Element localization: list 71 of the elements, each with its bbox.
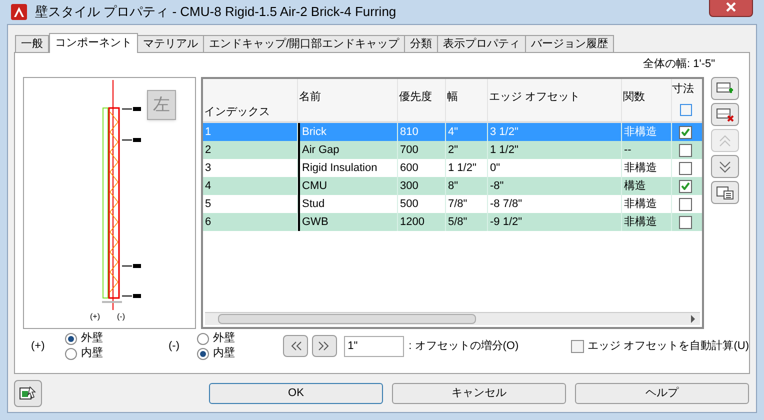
dimension-checkbox[interactable] [678, 126, 692, 138]
table-cell: 6 [203, 213, 298, 231]
delete-row-icon [716, 108, 734, 122]
tab[interactable]: バージョン履歴 [525, 35, 614, 52]
close-button[interactable] [709, 0, 753, 16]
minus-side-label: (-) [168, 338, 181, 354]
auto-offset-checkbox[interactable] [570, 340, 584, 352]
double-chevron-left-icon [290, 341, 302, 351]
radio-button[interactable] [196, 348, 209, 360]
table-row[interactable]: 6 GWB 1200 5/8" -9 1/2" 非構造 [203, 213, 702, 231]
decrease-offset-button[interactable] [283, 335, 308, 357]
column-header[interactable]: 寸法 [672, 81, 698, 98]
table-cell: -9 1/2" [488, 213, 622, 231]
dimension-checkbox[interactable] [678, 180, 692, 192]
radio-label[interactable]: 内壁 [212, 345, 235, 362]
radio-button[interactable] [64, 332, 77, 344]
table-cell: GWB [298, 213, 398, 231]
plus-side-label: (+) [31, 338, 46, 354]
expand-button[interactable] [680, 104, 692, 116]
window-cursor-icon [19, 385, 37, 401]
dialog-button[interactable]: キャンセル [392, 382, 566, 404]
radio-button[interactable] [196, 332, 209, 344]
double-chevron-down-icon [719, 160, 731, 172]
horizontal-scrollbar[interactable] [205, 312, 700, 325]
column-header[interactable]: 名前 [299, 89, 396, 106]
dimension-checkbox[interactable] [678, 144, 692, 156]
radio-button[interactable] [64, 348, 77, 360]
radio-label[interactable]: 内壁 [80, 345, 103, 362]
app-logo-icon [11, 4, 27, 20]
minus-side-mark: (-) [117, 311, 125, 323]
double-chevron-up-icon [719, 134, 731, 146]
dimension-checkbox[interactable] [678, 162, 692, 174]
column-header[interactable]: 関数 [623, 89, 670, 106]
dialog-button[interactable]: ヘルプ [575, 382, 749, 404]
table-cell: 1200 [398, 213, 446, 231]
double-chevron-right-icon [318, 341, 330, 351]
dimension-checkbox[interactable] [678, 216, 692, 228]
tab[interactable]: 表示プロパティ [437, 35, 526, 52]
dialog-button[interactable]: OK [209, 382, 383, 404]
tab[interactable]: エンドキャップ/開口部エンドキャップ [203, 35, 406, 52]
table-cell: 5/8" [446, 213, 488, 231]
component-list-button[interactable] [711, 181, 739, 204]
tab[interactable]: 一般 [15, 35, 49, 52]
radio-label[interactable]: 外壁 [212, 330, 235, 347]
dimension-checkbox[interactable] [678, 198, 692, 210]
move-down-button[interactable] [711, 155, 739, 178]
table-row[interactable]: 4 CMU 300 8" -8" 構造 [203, 177, 702, 195]
column-header[interactable]: エッジ オフセット [489, 89, 620, 106]
table-row[interactable]: 2 Air Gap 700 2" 1 1/2" -- [203, 141, 702, 159]
list-icon [716, 186, 734, 200]
plus-side-mark: (+) [90, 311, 100, 323]
increase-offset-button[interactable] [312, 335, 337, 357]
scroll-right-icon[interactable] [690, 315, 696, 323]
total-width-text: 全体の幅: 1'-5" [642, 57, 715, 71]
offset-increment-field[interactable]: 1" [344, 336, 404, 356]
delete-component-button[interactable] [711, 103, 739, 126]
table-cell: 非構造 [622, 213, 672, 231]
column-header[interactable]: インデックス [204, 104, 296, 120]
tab[interactable]: マテリアル [137, 35, 204, 52]
column-header[interactable]: 優先度 [399, 89, 444, 106]
close-icon [726, 2, 736, 12]
tab[interactable]: 分類 [404, 35, 438, 52]
window-title: 壁スタイル プロパティ - CMU-8 Rigid-1.5 Air-2 Brick-4 Furring [35, 3, 396, 22]
add-component-button[interactable] [711, 77, 739, 100]
offset-increment-label: : オフセットの増分(O) [408, 338, 520, 354]
column-header[interactable]: 幅 [447, 89, 486, 106]
preview-toggle-button[interactable] [14, 380, 42, 406]
radio-label[interactable]: 外壁 [80, 330, 103, 347]
add-row-icon [716, 82, 734, 96]
tab[interactable]: コンポーネント [49, 33, 138, 53]
auto-offset-label[interactable]: エッジ オフセットを自動計算(U) [588, 338, 749, 354]
